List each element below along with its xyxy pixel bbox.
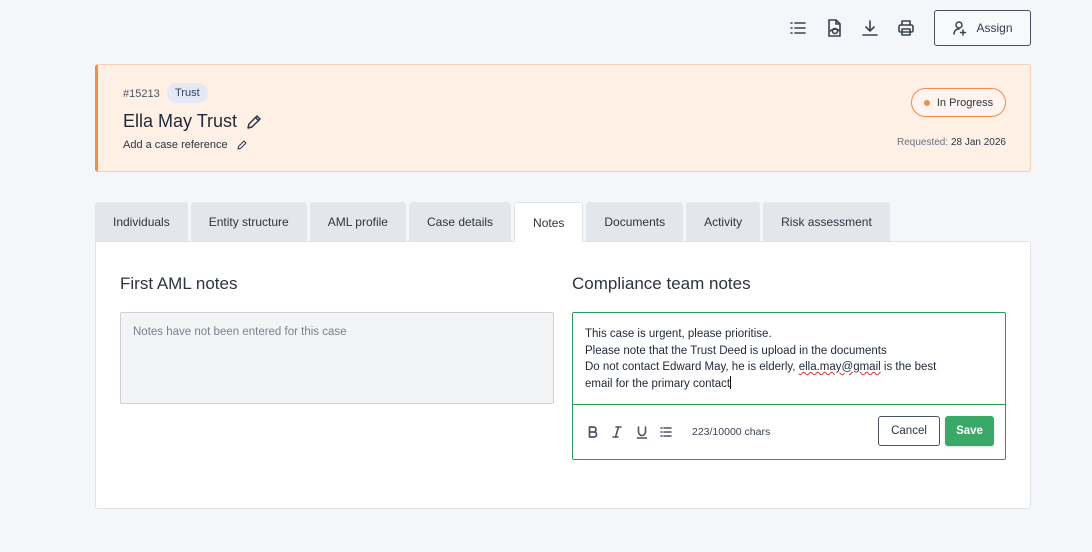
case-name-text: Ella May Trust bbox=[123, 111, 238, 131]
char-count: 223/10000 chars bbox=[692, 426, 771, 438]
requested-date-value: 28 Jan 2026 bbox=[950, 137, 1006, 148]
tab-individuals[interactable]: Individuals bbox=[95, 202, 188, 241]
note-line-3-end: is the best bbox=[880, 361, 937, 373]
requested-date: Requested: 28 Jan 2026 bbox=[897, 137, 1006, 148]
download-icon[interactable] bbox=[852, 10, 888, 46]
assign-button[interactable]: Assign bbox=[934, 10, 1031, 46]
tab-risk-assessment[interactable]: Risk assessment bbox=[763, 202, 890, 241]
edit-reference-pencil-icon[interactable] bbox=[236, 139, 248, 151]
case-reference[interactable]: Add a case reference bbox=[123, 139, 248, 151]
user-plus-icon bbox=[953, 21, 967, 36]
tab-notes[interactable]: Notes bbox=[514, 202, 584, 242]
tab-case-details[interactable]: Case details bbox=[408, 202, 512, 241]
first-aml-notes-box: Notes have not been entered for this cas… bbox=[120, 312, 554, 404]
case-name: Ella May Trust bbox=[123, 111, 263, 132]
underline-icon[interactable] bbox=[633, 423, 651, 441]
note-line-3: Do not contact Edward May, he is elderly… bbox=[585, 359, 993, 376]
compliance-notes-editor: This case is urgent, please prioritise. … bbox=[572, 312, 1006, 460]
tab-activity[interactable]: Activity bbox=[686, 202, 761, 241]
print-icon[interactable] bbox=[888, 10, 924, 46]
tab-documents[interactable]: Documents bbox=[586, 202, 684, 241]
notes-panel: First AML notes Notes have not been ente… bbox=[95, 241, 1031, 509]
case-id: #15213 bbox=[123, 88, 160, 100]
status-text: In Progress bbox=[936, 96, 994, 109]
first-aml-notes-title: First AML notes bbox=[120, 274, 238, 293]
save-button[interactable]: Save bbox=[945, 416, 994, 446]
tab-entity-structure[interactable]: Entity structure bbox=[190, 202, 307, 241]
note-line-4: email for the primary contact bbox=[585, 375, 993, 393]
bold-icon[interactable] bbox=[584, 423, 602, 441]
status-dot bbox=[923, 99, 930, 106]
list-icon[interactable] bbox=[780, 10, 816, 46]
bullet-list-icon[interactable] bbox=[657, 423, 675, 441]
note-line-2: Please note that the Trust Deed is uploa… bbox=[585, 344, 887, 357]
tab-aml-profile[interactable]: AML profile bbox=[309, 202, 406, 241]
edit-name-pencil-icon[interactable] bbox=[245, 113, 263, 131]
compliance-notes-textarea[interactable]: This case is urgent, please prioritise. … bbox=[573, 313, 1005, 405]
note-line-4-text: email for the primary contact bbox=[585, 377, 731, 390]
top-toolbar: Assign bbox=[780, 10, 1031, 46]
italic-icon[interactable] bbox=[608, 423, 626, 441]
status-badge: In Progress bbox=[911, 88, 1006, 117]
text-caret bbox=[730, 375, 732, 389]
view-document-icon[interactable] bbox=[816, 10, 852, 46]
note-line-3-start: Do not contact Edward May, he is elderly… bbox=[585, 361, 799, 373]
case-type-badge: Trust bbox=[167, 83, 208, 103]
case-tabs: Individuals Entity structure AML profile… bbox=[95, 202, 890, 242]
empty-notes-text: Notes have not been entered for this cas… bbox=[133, 326, 347, 338]
assign-label: Assign bbox=[976, 21, 1013, 35]
case-reference-text: Add a case reference bbox=[123, 139, 228, 151]
cancel-button[interactable]: Cancel bbox=[878, 416, 940, 446]
requested-label: Requested: bbox=[897, 137, 949, 148]
editor-footer: 223/10000 chars Cancel Save bbox=[573, 406, 1005, 459]
case-header: #15213 Trust Ella May Trust Add a case r… bbox=[95, 64, 1031, 172]
compliance-notes-title: Compliance team notes bbox=[572, 274, 751, 293]
misspelled-email: ella.may@gmail bbox=[798, 361, 881, 373]
note-line-1: This case is urgent, please prioritise. bbox=[585, 328, 772, 340]
